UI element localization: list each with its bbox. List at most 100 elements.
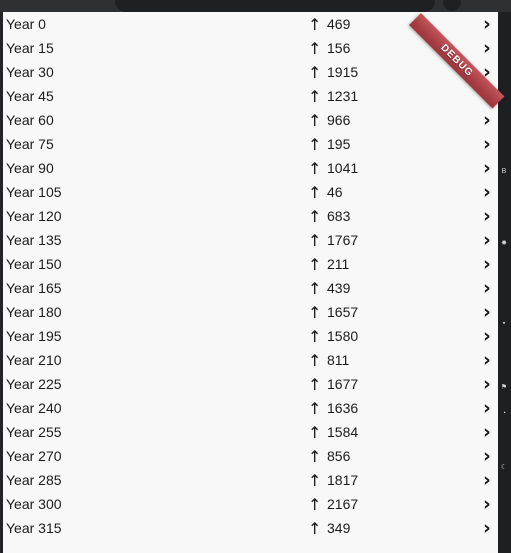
chevron-right-icon[interactable]: › bbox=[483, 254, 491, 274]
chevron-right-icon[interactable]: › bbox=[483, 422, 491, 442]
moon-icon[interactable]: ☾ bbox=[500, 464, 508, 472]
list-item-metric: ↑ 856 bbox=[308, 448, 350, 464]
list-item-value: 156 bbox=[327, 40, 351, 56]
list-item-value: 683 bbox=[327, 208, 351, 224]
list-item[interactable]: Year 105 ↑ 46 › bbox=[3, 180, 498, 204]
list-item-value: 1767 bbox=[327, 232, 359, 248]
chevron-right-icon[interactable]: › bbox=[483, 494, 491, 514]
list-item-label: Year 225 bbox=[6, 376, 62, 392]
chevron-right-icon[interactable]: › bbox=[483, 302, 491, 322]
list-item-metric: ↑ 1677 bbox=[308, 376, 358, 392]
chevron-right-icon[interactable]: › bbox=[483, 350, 491, 370]
arrow-up-icon: ↑ bbox=[308, 134, 322, 154]
list-item-metric: ↑ 469 bbox=[308, 16, 350, 32]
avatar[interactable] bbox=[443, 0, 461, 11]
list-item-value: 46 bbox=[327, 184, 343, 200]
chevron-right-icon[interactable]: › bbox=[483, 230, 491, 250]
chevron-right-icon[interactable]: › bbox=[483, 134, 491, 154]
list-item-value: 856 bbox=[327, 448, 351, 464]
list-item-metric: ↑ 211 bbox=[308, 256, 349, 272]
list-item[interactable]: Year 180 ↑ 1657 › bbox=[3, 300, 498, 324]
list-item[interactable]: Year 225 ↑ 1677 › bbox=[3, 372, 498, 396]
list-item-label: Year 165 bbox=[6, 280, 62, 296]
list-item-value: 1584 bbox=[327, 424, 359, 440]
list-item-metric: ↑ 811 bbox=[308, 352, 349, 368]
screenshot-root: B ✸ ▪ ⚑ ◔ ☾ Year 0 ↑ 469 › Year 15 ↑ 156 › Year 30 ↑ 19… bbox=[0, 0, 511, 553]
list-item-label: Year 45 bbox=[6, 88, 54, 104]
list-item-label: Year 285 bbox=[6, 472, 62, 488]
chevron-right-icon[interactable]: › bbox=[483, 470, 491, 490]
address-bar-input[interactable] bbox=[115, 0, 435, 12]
arrow-up-icon: ↑ bbox=[308, 374, 322, 394]
list-item[interactable]: Year 120 ↑ 683 › bbox=[3, 204, 498, 228]
arrow-up-icon: ↑ bbox=[308, 494, 322, 514]
list-item-value: 469 bbox=[327, 16, 351, 32]
list-item-value: 1915 bbox=[327, 64, 359, 80]
list-item[interactable]: Year 300 ↑ 2167 › bbox=[3, 492, 498, 516]
list-item-value: 1817 bbox=[327, 472, 359, 488]
list-item-value: 195 bbox=[327, 136, 351, 152]
chevron-right-icon[interactable]: › bbox=[483, 446, 491, 466]
arrow-up-icon: ↑ bbox=[308, 278, 322, 298]
list-item[interactable]: Year 285 ↑ 1817 › bbox=[3, 468, 498, 492]
chevron-right-icon[interactable]: › bbox=[483, 206, 491, 226]
flag-icon[interactable]: ⚑ bbox=[500, 384, 508, 392]
list-item[interactable]: Year 240 ↑ 1636 › bbox=[3, 396, 498, 420]
list-item[interactable]: Year 150 ↑ 211 › bbox=[3, 252, 498, 276]
chevron-right-icon[interactable]: › bbox=[483, 182, 491, 202]
profile-icon[interactable]: ◔ bbox=[500, 410, 508, 418]
list-item-label: Year 105 bbox=[6, 184, 62, 200]
browser-toolbar bbox=[0, 0, 511, 12]
list-item-label: Year 15 bbox=[6, 40, 54, 56]
list-item-label: Year 150 bbox=[6, 256, 62, 272]
list-item-label: Year 135 bbox=[6, 232, 62, 248]
list-item[interactable]: Year 195 ↑ 1580 › bbox=[3, 324, 498, 348]
arrow-up-icon: ↑ bbox=[308, 38, 322, 58]
list-item-label: Year 270 bbox=[6, 448, 62, 464]
list-item[interactable]: Year 75 ↑ 195 › bbox=[3, 132, 498, 156]
list-item-value: 439 bbox=[327, 280, 351, 296]
list-item[interactable]: Year 315 ↑ 349 › bbox=[3, 516, 498, 540]
list-item-metric: ↑ 1817 bbox=[308, 472, 358, 488]
chevron-right-icon[interactable]: › bbox=[483, 518, 491, 538]
arrow-up-icon: ↑ bbox=[308, 182, 322, 202]
chevron-right-icon[interactable]: › bbox=[483, 158, 491, 178]
list-item[interactable]: Year 255 ↑ 1584 › bbox=[3, 420, 498, 444]
year-metrics-list[interactable]: Year 0 ↑ 469 › Year 15 ↑ 156 › Year 30 ↑ 1915 › Year… bbox=[3, 12, 498, 553]
arrow-up-icon: ↑ bbox=[308, 158, 322, 178]
extension-icon[interactable]: ✸ bbox=[500, 240, 508, 248]
list-item-label: Year 255 bbox=[6, 424, 62, 440]
chevron-right-icon[interactable]: › bbox=[483, 398, 491, 418]
chevron-right-icon[interactable]: › bbox=[483, 278, 491, 298]
bookmark-icon[interactable]: B bbox=[500, 168, 508, 176]
list-item[interactable]: Year 90 ↑ 1041 › bbox=[3, 156, 498, 180]
list-item-metric: ↑ 46 bbox=[308, 184, 343, 200]
chevron-right-icon[interactable]: › bbox=[483, 38, 491, 58]
list-item[interactable]: Year 210 ↑ 811 › bbox=[3, 348, 498, 372]
list-item[interactable]: Year 60 ↑ 966 › bbox=[3, 108, 498, 132]
chevron-right-icon[interactable]: › bbox=[483, 374, 491, 394]
arrow-up-icon: ↑ bbox=[308, 254, 322, 274]
list-item-metric: ↑ 683 bbox=[308, 208, 350, 224]
list-item-metric: ↑ 1231 bbox=[308, 88, 358, 104]
list-item-metric: ↑ 1041 bbox=[308, 160, 358, 176]
list-item-label: Year 315 bbox=[6, 520, 62, 536]
list-item-label: Year 0 bbox=[6, 16, 46, 32]
chevron-right-icon[interactable]: › bbox=[483, 326, 491, 346]
list-item-label: Year 120 bbox=[6, 208, 62, 224]
list-item[interactable]: Year 165 ↑ 439 › bbox=[3, 276, 498, 300]
list-item-label: Year 90 bbox=[6, 160, 54, 176]
chevron-right-icon[interactable]: › bbox=[483, 110, 491, 130]
list-item-metric: ↑ 1915 bbox=[308, 64, 358, 80]
list-item[interactable]: Year 270 ↑ 856 › bbox=[3, 444, 498, 468]
list-item-metric: ↑ 156 bbox=[308, 40, 350, 56]
list-item[interactable]: Year 30 ↑ 1915 › bbox=[3, 60, 498, 84]
list-item[interactable]: Year 135 ↑ 1767 › bbox=[3, 228, 498, 252]
chevron-right-icon[interactable]: › bbox=[483, 14, 491, 34]
list-item-value: 1041 bbox=[327, 160, 359, 176]
list-item-label: Year 210 bbox=[6, 352, 62, 368]
list-item[interactable]: Year 45↑1231› bbox=[3, 84, 498, 108]
list-item-value: 1580 bbox=[327, 328, 359, 344]
list-item-metric: ↑ 1584 bbox=[308, 424, 358, 440]
dot-indicator-icon[interactable]: ▪ bbox=[500, 320, 508, 328]
